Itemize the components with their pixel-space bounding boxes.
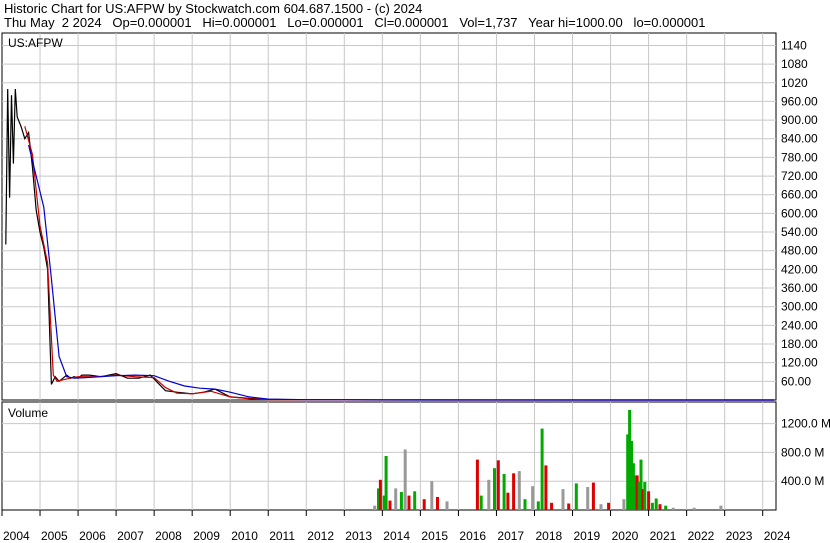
x-axis-label: 2008	[155, 529, 182, 543]
price-y-tick-label: 480.00	[781, 244, 818, 258]
x-axis-label: 2015	[421, 529, 448, 543]
volume-bar	[531, 486, 535, 510]
x-axis-label: 2006	[79, 529, 106, 543]
price-panel-title: US:AFPW	[8, 36, 63, 50]
price-y-tick-label: 600.00	[781, 206, 818, 220]
volume-bar	[647, 491, 651, 510]
volume-bar	[607, 502, 611, 510]
x-axis-label: 2021	[650, 529, 677, 543]
price-y-tick-label: 120.00	[781, 356, 818, 370]
x-axis-label: 2005	[41, 529, 68, 543]
volume-bar	[384, 456, 388, 510]
stock-chart: US:AFPW 1140 1080 1020 960.00 900.00 840.00 78…	[1, 32, 830, 543]
volume-bar	[487, 479, 491, 510]
x-axis-label: 2022	[688, 529, 715, 543]
volume-bar	[540, 428, 544, 510]
price-panel-frame	[1, 32, 777, 401]
volume-bar	[422, 499, 426, 510]
price-y-tick-label: 1080	[781, 57, 808, 71]
volume-bar	[493, 468, 496, 510]
price-y-tick-label: 180.00	[781, 337, 818, 351]
price-panel: US:AFPW 1140 1080 1020 960.00 900.00 840.00 78…	[1, 32, 818, 401]
x-axis-label: 2009	[193, 529, 220, 543]
volume-bar	[373, 505, 377, 510]
x-axis-label: 2019	[574, 529, 601, 543]
x-axis-label: 2013	[345, 529, 372, 543]
price-y-tick-label: 540.00	[781, 225, 818, 239]
x-axis: 2004 2005 2006 2007 2008 2009 2010 2011 2012 2013…	[1, 510, 791, 543]
price-y-tick-label: 660.00	[781, 188, 818, 202]
volume-bar	[544, 465, 548, 510]
price-y-tick-label: 60.00	[781, 374, 811, 388]
volume-bar	[650, 502, 654, 510]
volume-bar	[658, 504, 662, 510]
volume-bar	[692, 507, 696, 510]
price-y-tick-label: 720.00	[781, 169, 818, 183]
volume-bar	[407, 495, 411, 510]
volume-bar	[664, 505, 668, 510]
volume-bar	[719, 505, 723, 510]
volume-bar	[506, 492, 510, 510]
volume-bar	[378, 479, 382, 510]
x-axis-label: 2016	[459, 529, 486, 543]
volume-bar	[445, 501, 449, 510]
price-y-tick-label: 360.00	[781, 281, 818, 295]
x-axis-label: 2011	[269, 529, 295, 543]
volume-bar	[550, 502, 554, 510]
volume-bar	[403, 449, 407, 510]
volume-bar	[591, 482, 595, 510]
price-y-tick-label: 1020	[781, 76, 808, 90]
x-axis-label: 2010	[231, 529, 258, 543]
x-axis-label: 2014	[383, 529, 410, 543]
volume-bar	[496, 460, 500, 510]
volume-bar	[599, 504, 603, 510]
volume-bar	[671, 507, 675, 510]
volume-bar	[399, 492, 403, 510]
volume-panel-title: Volume	[8, 406, 48, 420]
price-y-axis: 1140 1080 1020 960.00 900.00 840.00 780.00 720.…	[781, 38, 818, 388]
x-axis-label: 2020	[612, 529, 639, 543]
volume-y-tick-label: 1200.0 M	[781, 417, 830, 431]
volume-bar	[413, 491, 417, 510]
volume-y-tick-label: 800.0 M	[781, 445, 824, 459]
volume-bar	[512, 473, 516, 510]
volume-bar	[574, 483, 578, 510]
price-y-tick-label: 960.00	[781, 94, 818, 108]
volume-bar	[479, 495, 483, 510]
x-axis-label: 2023	[726, 529, 753, 543]
volume-bar	[561, 489, 565, 510]
volume-panel-frame	[1, 401, 777, 511]
volume-bar	[523, 499, 527, 510]
volume-bar	[394, 488, 398, 510]
volume-y-tick-label: 400.0 M	[781, 474, 824, 488]
x-axis-label: 2017	[497, 529, 524, 543]
volume-panel: Volume 1200.0 M 800.0 M 400.0 M	[1, 401, 830, 511]
x-axis-label: 2004	[3, 529, 30, 543]
x-axis-label: 2024	[764, 529, 791, 543]
volume-bar	[586, 487, 590, 510]
price-y-tick-label: 780.00	[781, 150, 818, 164]
volume-bar	[622, 499, 626, 510]
price-y-tick-label: 840.00	[781, 132, 818, 146]
price-y-tick-label: 900.00	[781, 113, 818, 127]
volume-bar	[502, 474, 506, 510]
price-y-tick-label: 300.00	[781, 300, 818, 314]
volume-bar	[388, 500, 392, 510]
volume-bar	[436, 497, 439, 510]
x-axis-label: 2012	[307, 529, 334, 543]
x-axis-label: 2018	[536, 529, 563, 543]
volume-bar	[536, 501, 540, 510]
volume-bar	[517, 471, 521, 510]
price-y-tick-label: 240.00	[781, 318, 818, 332]
volume-bar	[475, 459, 479, 510]
price-y-tick-label: 420.00	[781, 262, 818, 276]
volume-bar	[643, 481, 647, 510]
volume-bar	[430, 481, 434, 510]
x-axis-label: 2007	[117, 529, 144, 543]
volume-bar	[567, 503, 571, 510]
volume-bar	[654, 498, 658, 510]
volume-y-axis: 1200.0 M 800.0 M 400.0 M	[781, 417, 830, 489]
price-y-tick-label: 1140	[781, 38, 807, 52]
